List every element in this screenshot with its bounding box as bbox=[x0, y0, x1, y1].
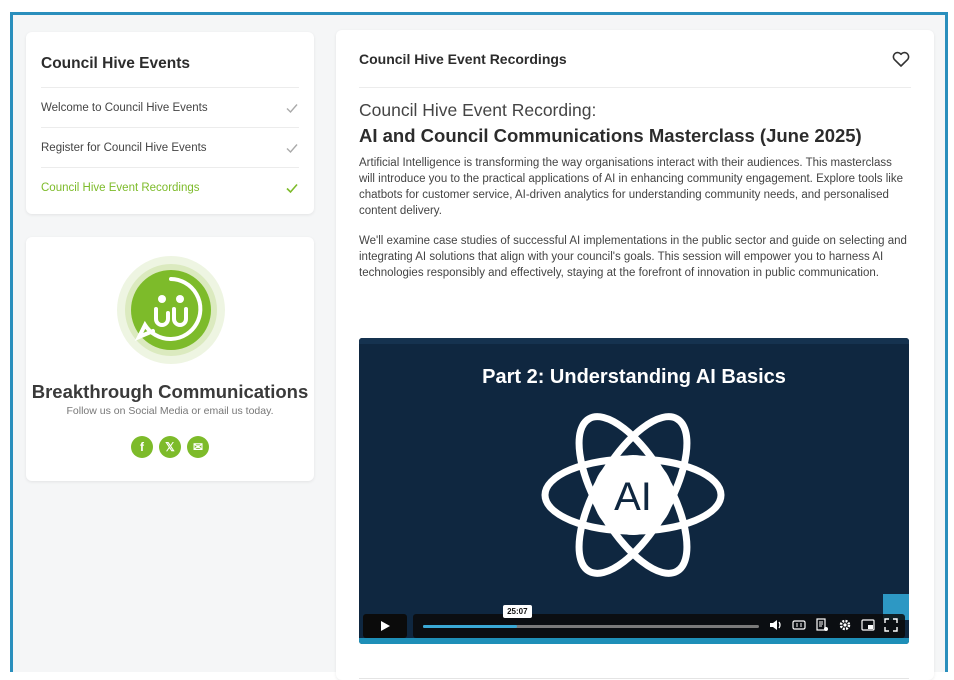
progress-fill bbox=[423, 625, 518, 628]
play-button[interactable] bbox=[363, 614, 407, 638]
course-nav-title: Council Hive Events bbox=[41, 32, 299, 88]
control-bar: 25:07 bbox=[413, 605, 905, 638]
nav-item-welcome[interactable]: Welcome to Council Hive Events bbox=[41, 88, 299, 128]
video-controls: 25:07 bbox=[363, 605, 905, 638]
page-frame: Council Hive Events Welcome to Council H… bbox=[10, 12, 948, 680]
main-header: Council Hive Event Recordings bbox=[359, 30, 911, 88]
description-paragraph: Artificial Intelligence is transforming … bbox=[359, 157, 903, 217]
atom-center-text: AI bbox=[614, 475, 652, 519]
brand-subtitle: Follow us on Social Media or email us to… bbox=[66, 405, 274, 417]
time-tooltip: 25:07 bbox=[503, 605, 532, 618]
divider bbox=[359, 678, 909, 679]
progress-track[interactable]: 25:07 bbox=[423, 605, 759, 628]
facebook-icon[interactable]: f bbox=[131, 436, 153, 458]
check-icon bbox=[286, 103, 298, 113]
transcript-icon[interactable] bbox=[815, 618, 829, 632]
profile-card: Breakthrough Communications Follow us on… bbox=[26, 237, 314, 481]
video-bottom-strip bbox=[359, 638, 909, 644]
heart-icon[interactable] bbox=[891, 49, 911, 69]
slide-title: Part 2: Understanding AI Basics bbox=[482, 366, 786, 388]
settings-icon[interactable] bbox=[838, 618, 852, 632]
control-icons bbox=[769, 618, 898, 632]
page-title: Council Hive Event Recordings bbox=[359, 50, 567, 67]
recording-label: Council Hive Event Recording: bbox=[359, 100, 597, 120]
brand-logo-icon bbox=[117, 256, 225, 364]
play-icon bbox=[381, 621, 390, 631]
nav-item-register[interactable]: Register for Council Hive Events bbox=[41, 128, 299, 168]
pip-icon[interactable] bbox=[861, 618, 875, 632]
video-top-strip bbox=[359, 338, 909, 344]
nav-item-label: Welcome to Council Hive Events bbox=[41, 101, 208, 114]
fullscreen-icon[interactable] bbox=[884, 618, 898, 632]
nav-item-label: Register for Council Hive Events bbox=[41, 141, 207, 154]
course-nav: Council Hive Events Welcome to Council H… bbox=[26, 32, 314, 214]
social-links: f 𝕏 ✉ bbox=[26, 436, 314, 458]
volume-icon[interactable] bbox=[769, 618, 783, 632]
check-icon bbox=[286, 183, 298, 194]
description-paragraph: We'll examine case studies of successful… bbox=[359, 235, 907, 279]
atom-icon: AI bbox=[541, 413, 725, 577]
captions-icon[interactable] bbox=[792, 618, 806, 632]
check-icon bbox=[286, 143, 298, 153]
recording-title: AI and Council Communications Masterclas… bbox=[359, 125, 862, 146]
main-content: Council Hive Event Recordings Council Hi… bbox=[336, 30, 934, 680]
nav-item-recordings[interactable]: Council Hive Event Recordings bbox=[41, 168, 299, 208]
x-icon[interactable]: 𝕏 bbox=[159, 436, 181, 458]
brand-name: Breakthrough Communications bbox=[31, 381, 309, 402]
video-player[interactable]: Part 2: Understanding AI Basics AI 25:07 bbox=[359, 338, 909, 644]
email-icon[interactable]: ✉ bbox=[187, 436, 209, 458]
nav-item-label: Council Hive Event Recordings bbox=[41, 182, 200, 194]
